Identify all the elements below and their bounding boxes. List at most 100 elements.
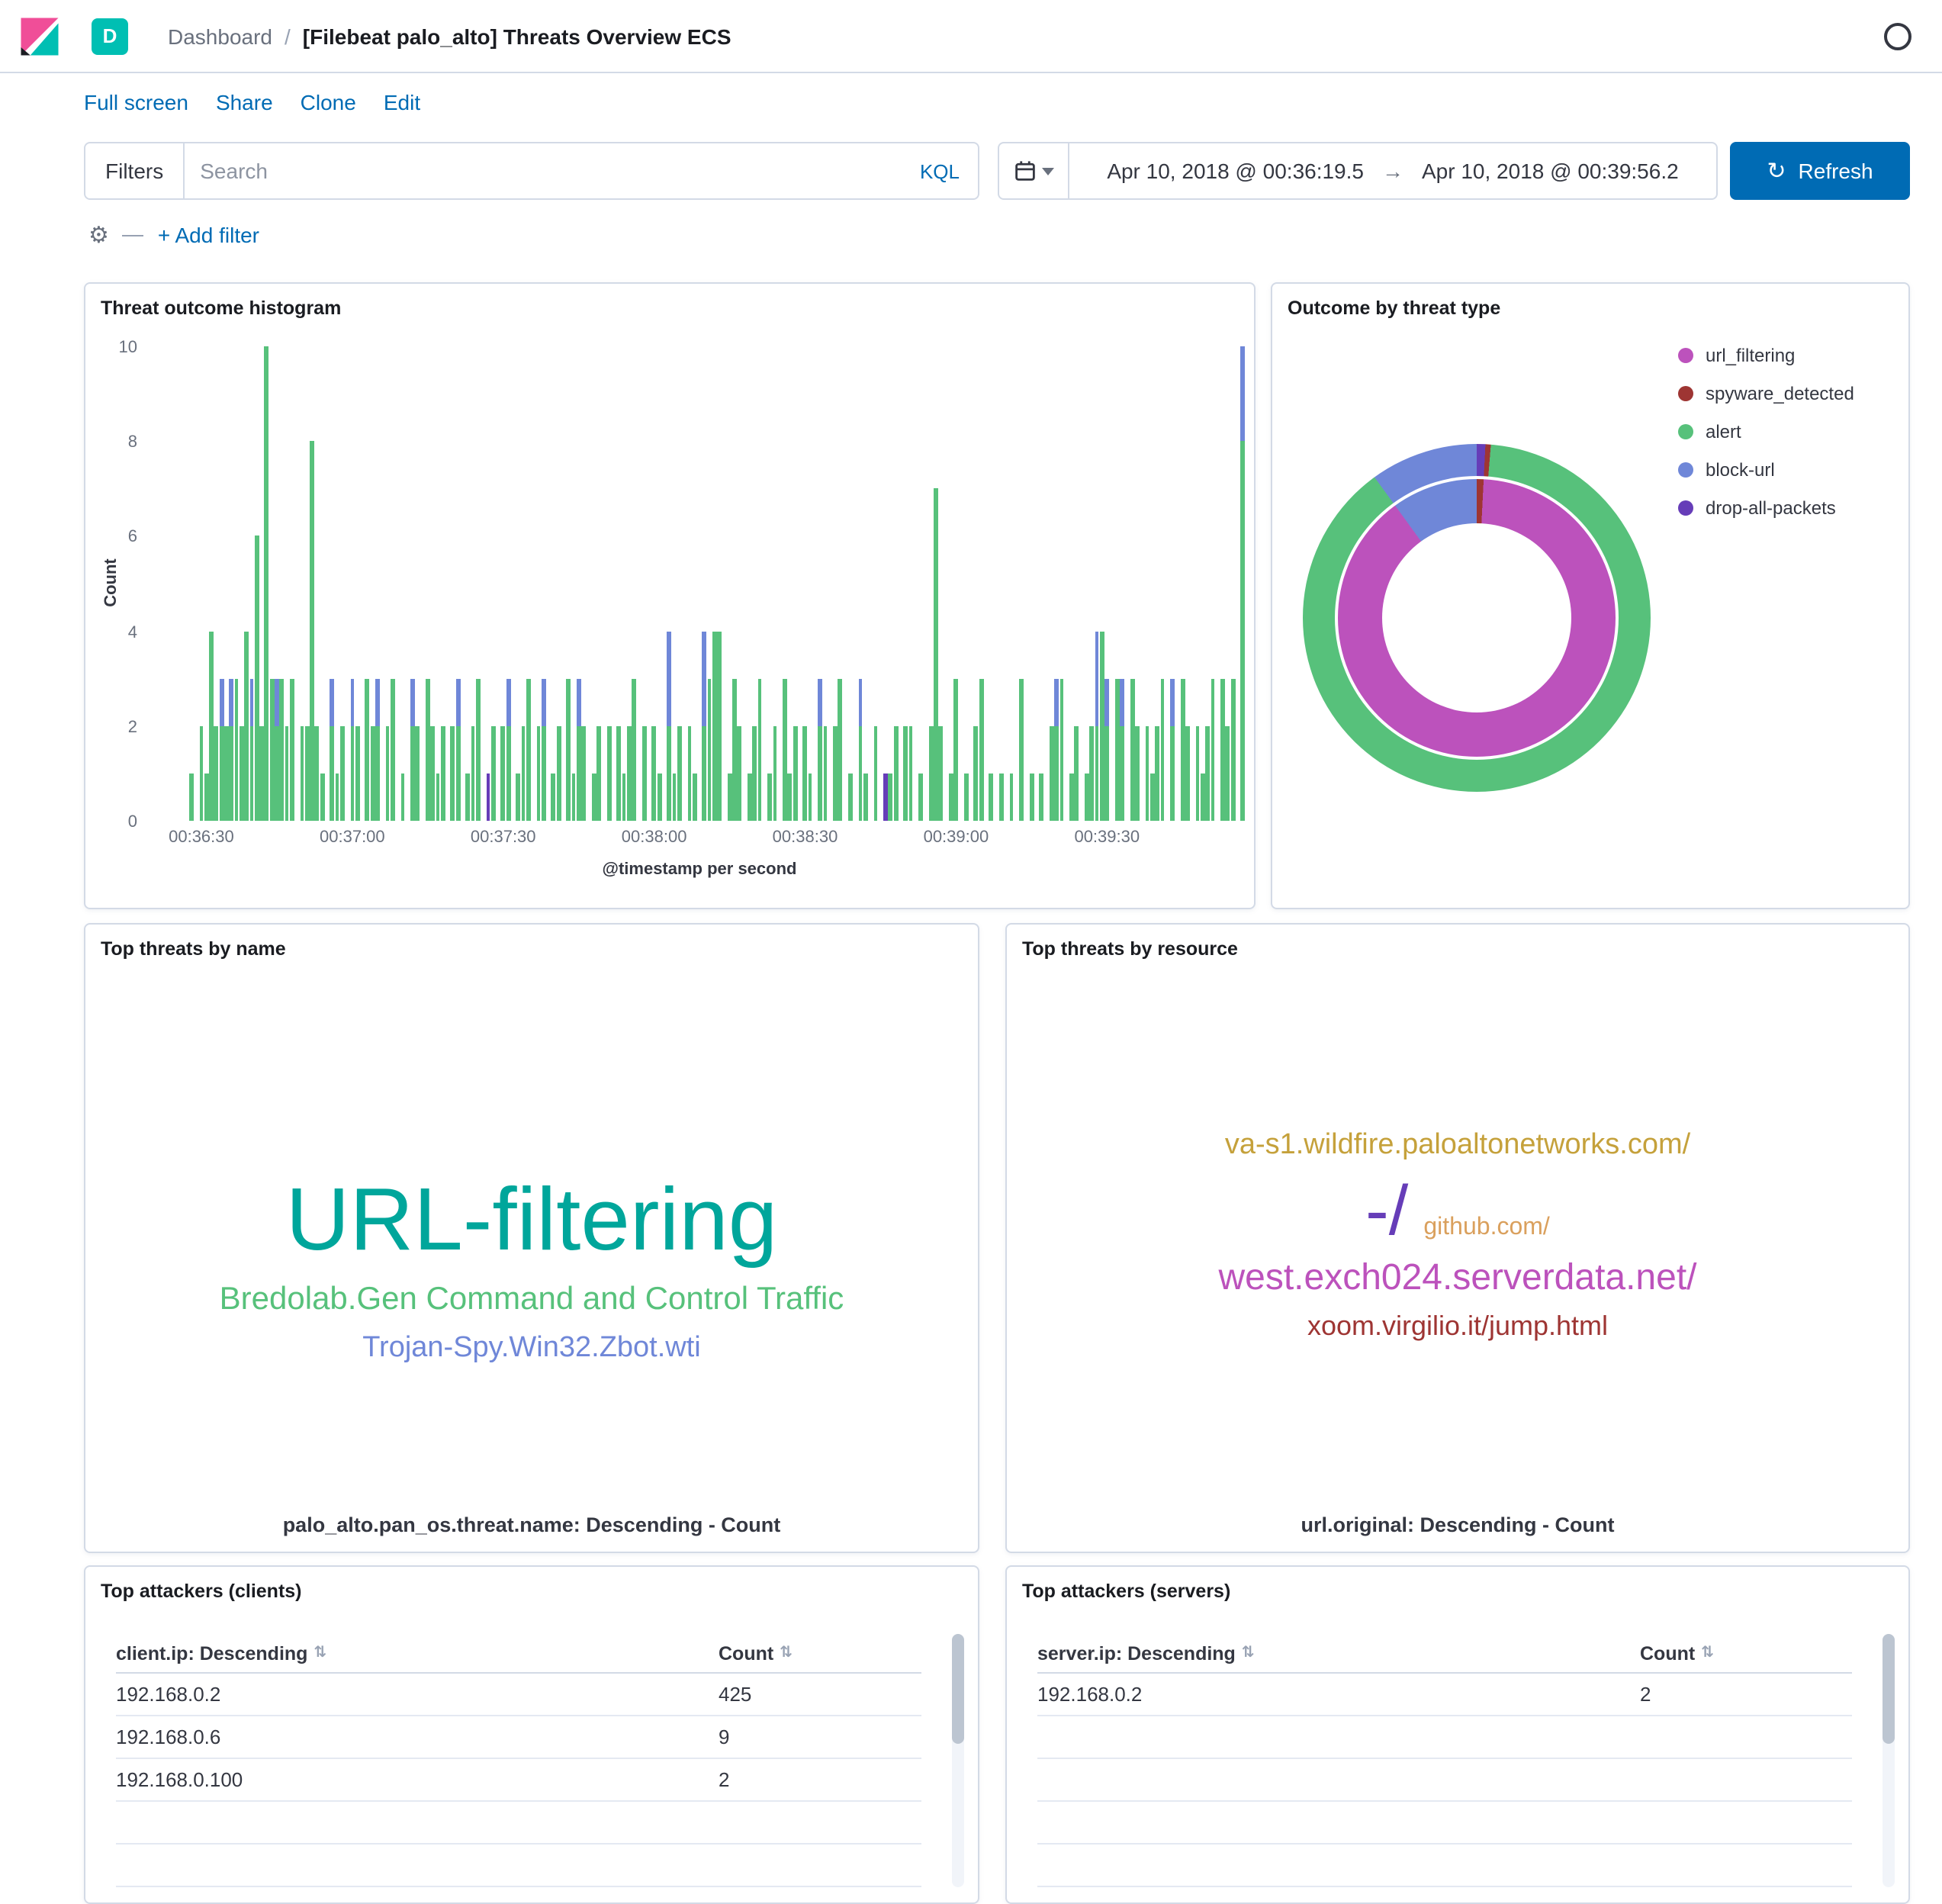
histogram-bar[interactable] <box>677 726 682 821</box>
histogram-bar[interactable] <box>693 774 697 821</box>
histogram-bar[interactable] <box>1226 726 1230 821</box>
histogram-bar[interactable] <box>536 726 541 821</box>
histogram-bar[interactable] <box>1220 678 1225 821</box>
histogram-bar[interactable] <box>214 726 219 821</box>
histogram-bar[interactable] <box>1105 678 1110 821</box>
donut-chart[interactable] <box>1303 444 1651 792</box>
histogram-bar[interactable] <box>370 726 375 821</box>
histogram-bar[interactable] <box>431 726 436 821</box>
histogram-bar[interactable] <box>652 726 657 821</box>
histogram-bar[interactable] <box>501 726 506 821</box>
menu-link-edit[interactable]: Edit <box>384 90 420 114</box>
histogram-bar[interactable] <box>1009 774 1014 821</box>
scrollbar-thumb[interactable] <box>952 1634 964 1744</box>
histogram-bar[interactable] <box>224 726 229 821</box>
histogram-bar[interactable] <box>1145 726 1149 821</box>
table-cell[interactable]: 9 <box>719 1726 921 1748</box>
column-header[interactable]: Count⇅ <box>719 1642 921 1664</box>
histogram-bar[interactable] <box>551 774 556 821</box>
refresh-button[interactable]: ↻ Refresh <box>1730 142 1910 200</box>
histogram-bar[interactable] <box>1205 726 1210 821</box>
menu-link-clone[interactable]: Clone <box>301 90 356 114</box>
histogram-bar[interactable] <box>863 774 868 821</box>
histogram-bar[interactable] <box>632 678 636 821</box>
histogram-bar[interactable] <box>542 678 546 821</box>
histogram-bar[interactable] <box>506 678 511 821</box>
tag-word[interactable]: github.com/ <box>1423 1216 1549 1240</box>
histogram-bar[interactable] <box>1150 774 1155 821</box>
histogram-bar[interactable] <box>1195 726 1200 821</box>
histogram-bar[interactable] <box>667 631 672 821</box>
histogram-bar[interactable] <box>521 726 526 821</box>
histogram-bar[interactable] <box>230 678 234 821</box>
histogram-bar[interactable] <box>904 726 908 821</box>
histogram-bar[interactable] <box>889 774 893 821</box>
space-badge[interactable]: D <box>92 18 128 54</box>
histogram-bar[interactable] <box>989 774 994 821</box>
histogram-bar[interactable] <box>466 774 471 821</box>
histogram-bar[interactable] <box>627 726 632 821</box>
histogram-bar[interactable] <box>1180 678 1185 821</box>
histogram-bar[interactable] <box>330 678 335 821</box>
histogram-bar[interactable] <box>391 678 395 821</box>
histogram-bar[interactable] <box>818 678 823 821</box>
histogram-bar[interactable] <box>571 774 576 821</box>
histogram-bar[interactable] <box>873 726 878 821</box>
histogram-bar[interactable] <box>365 678 370 821</box>
histogram-bar[interactable] <box>858 678 863 821</box>
histogram-bar[interactable] <box>964 774 969 821</box>
column-header[interactable]: server.ip: Descending⇅ <box>1037 1642 1640 1664</box>
histogram-bar[interactable] <box>204 774 209 821</box>
histogram-bar[interactable] <box>1040 774 1044 821</box>
histogram-bar[interactable] <box>838 678 843 821</box>
tag-word[interactable]: Bredolab.Gen Command and Control Traffic <box>220 1283 844 1315</box>
histogram-bar[interactable] <box>1230 678 1235 821</box>
histogram-bar[interactable] <box>1155 726 1159 821</box>
histogram-bar[interactable] <box>803 726 808 821</box>
histogram-bar[interactable] <box>672 774 677 821</box>
histogram-bar[interactable] <box>189 774 194 821</box>
histogram-bar[interactable] <box>1211 678 1215 821</box>
histogram-bar[interactable] <box>280 678 285 821</box>
table-cell[interactable]: 192.168.0.2 <box>116 1683 719 1706</box>
histogram-bar[interactable] <box>1090 726 1095 821</box>
histogram-bar[interactable] <box>622 774 626 821</box>
histogram-bar[interactable] <box>416 726 420 821</box>
histogram-bar[interactable] <box>687 726 692 821</box>
table-cell[interactable]: 2 <box>719 1768 921 1791</box>
menu-link-share[interactable]: Share <box>216 90 273 114</box>
histogram-bar[interactable] <box>999 774 1004 821</box>
histogram-bar[interactable] <box>310 441 314 821</box>
histogram-bar[interactable] <box>883 774 888 821</box>
histogram-bar[interactable] <box>270 678 275 821</box>
column-header[interactable]: client.ip: Descending⇅ <box>116 1642 719 1664</box>
gear-icon[interactable]: ⚙ <box>88 224 109 246</box>
histogram-bar[interactable] <box>290 678 294 821</box>
histogram-bar[interactable] <box>441 726 445 821</box>
histogram-bar[interactable] <box>757 678 762 821</box>
legend-item[interactable]: alert <box>1678 421 1854 442</box>
histogram-bar[interactable] <box>476 678 481 821</box>
histogram-bar[interactable] <box>773 726 777 821</box>
histogram-bar[interactable] <box>567 678 571 821</box>
kibana-logo-icon[interactable] <box>18 14 61 57</box>
histogram-bar[interactable] <box>1241 346 1246 821</box>
histogram-bar[interactable] <box>642 726 647 821</box>
tag-word[interactable]: Trojan-Spy.Win32.Zbot.wti <box>362 1333 701 1362</box>
histogram-bar[interactable] <box>1059 678 1064 821</box>
histogram-bar[interactable] <box>410 678 415 821</box>
histogram-bar[interactable] <box>1085 774 1089 821</box>
histogram-bar[interactable] <box>320 774 324 821</box>
histogram-bar[interactable] <box>788 774 793 821</box>
table-cell[interactable]: 192.168.0.6 <box>116 1726 719 1748</box>
histogram-bar[interactable] <box>1055 678 1059 821</box>
histogram-bar[interactable] <box>592 774 596 821</box>
histogram-bar[interactable] <box>954 678 959 821</box>
histogram-bar[interactable] <box>350 678 355 821</box>
histogram-bar[interactable] <box>234 678 239 821</box>
histogram-bar[interactable] <box>340 726 345 821</box>
histogram-bar[interactable] <box>385 726 390 821</box>
histogram-bar[interactable] <box>436 774 440 821</box>
histogram-bar[interactable] <box>400 774 405 821</box>
histogram-bar[interactable] <box>275 678 279 821</box>
